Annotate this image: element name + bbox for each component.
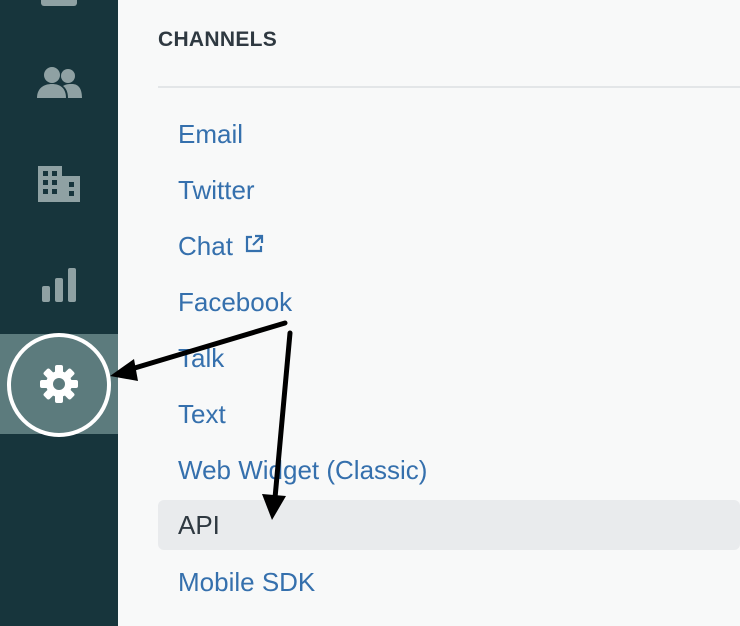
channel-label: Facebook [178, 286, 293, 317]
channel-label: Text [178, 398, 226, 429]
channel-link-api[interactable]: API [158, 500, 740, 550]
channel-label: Email [178, 118, 244, 149]
channel-label: API [178, 509, 220, 540]
channel-link-email[interactable]: Email [158, 109, 740, 159]
channels-panel: CHANNELS Email Twitter Chat Facebook Tal… [118, 0, 740, 626]
bar-chart-icon [42, 268, 76, 302]
channel-link-mobile-sdk[interactable]: Mobile SDK [158, 557, 740, 607]
channel-link-twitter[interactable]: Twitter [158, 165, 740, 215]
channel-link-talk[interactable]: Talk [158, 333, 740, 383]
channel-link-text[interactable]: Text [158, 389, 740, 439]
gear-icon [40, 365, 78, 403]
users-icon [37, 67, 82, 98]
external-link-icon [243, 231, 265, 262]
channel-link-chat[interactable]: Chat [158, 221, 740, 271]
home-icon [41, 0, 77, 6]
channel-link-facebook[interactable]: Facebook [158, 277, 740, 327]
channel-label: Mobile SDK [178, 566, 316, 597]
divider [158, 86, 740, 88]
sidebar-item-users[interactable] [0, 34, 118, 134]
channel-label: Chat [178, 230, 233, 261]
sidebar-item-admin[interactable] [0, 334, 118, 434]
building-icon [38, 166, 80, 202]
channel-label: Talk [178, 342, 225, 373]
sidebar [0, 0, 118, 626]
channel-label: Twitter [178, 174, 255, 205]
channel-link-web-widget-classic[interactable]: Web Widget (Classic) [158, 445, 740, 495]
sidebar-item-organizations[interactable] [0, 134, 118, 234]
section-heading: CHANNELS [158, 28, 278, 51]
sidebar-item-reporting[interactable] [0, 234, 118, 334]
channel-label: Web Widget (Classic) [178, 454, 428, 485]
